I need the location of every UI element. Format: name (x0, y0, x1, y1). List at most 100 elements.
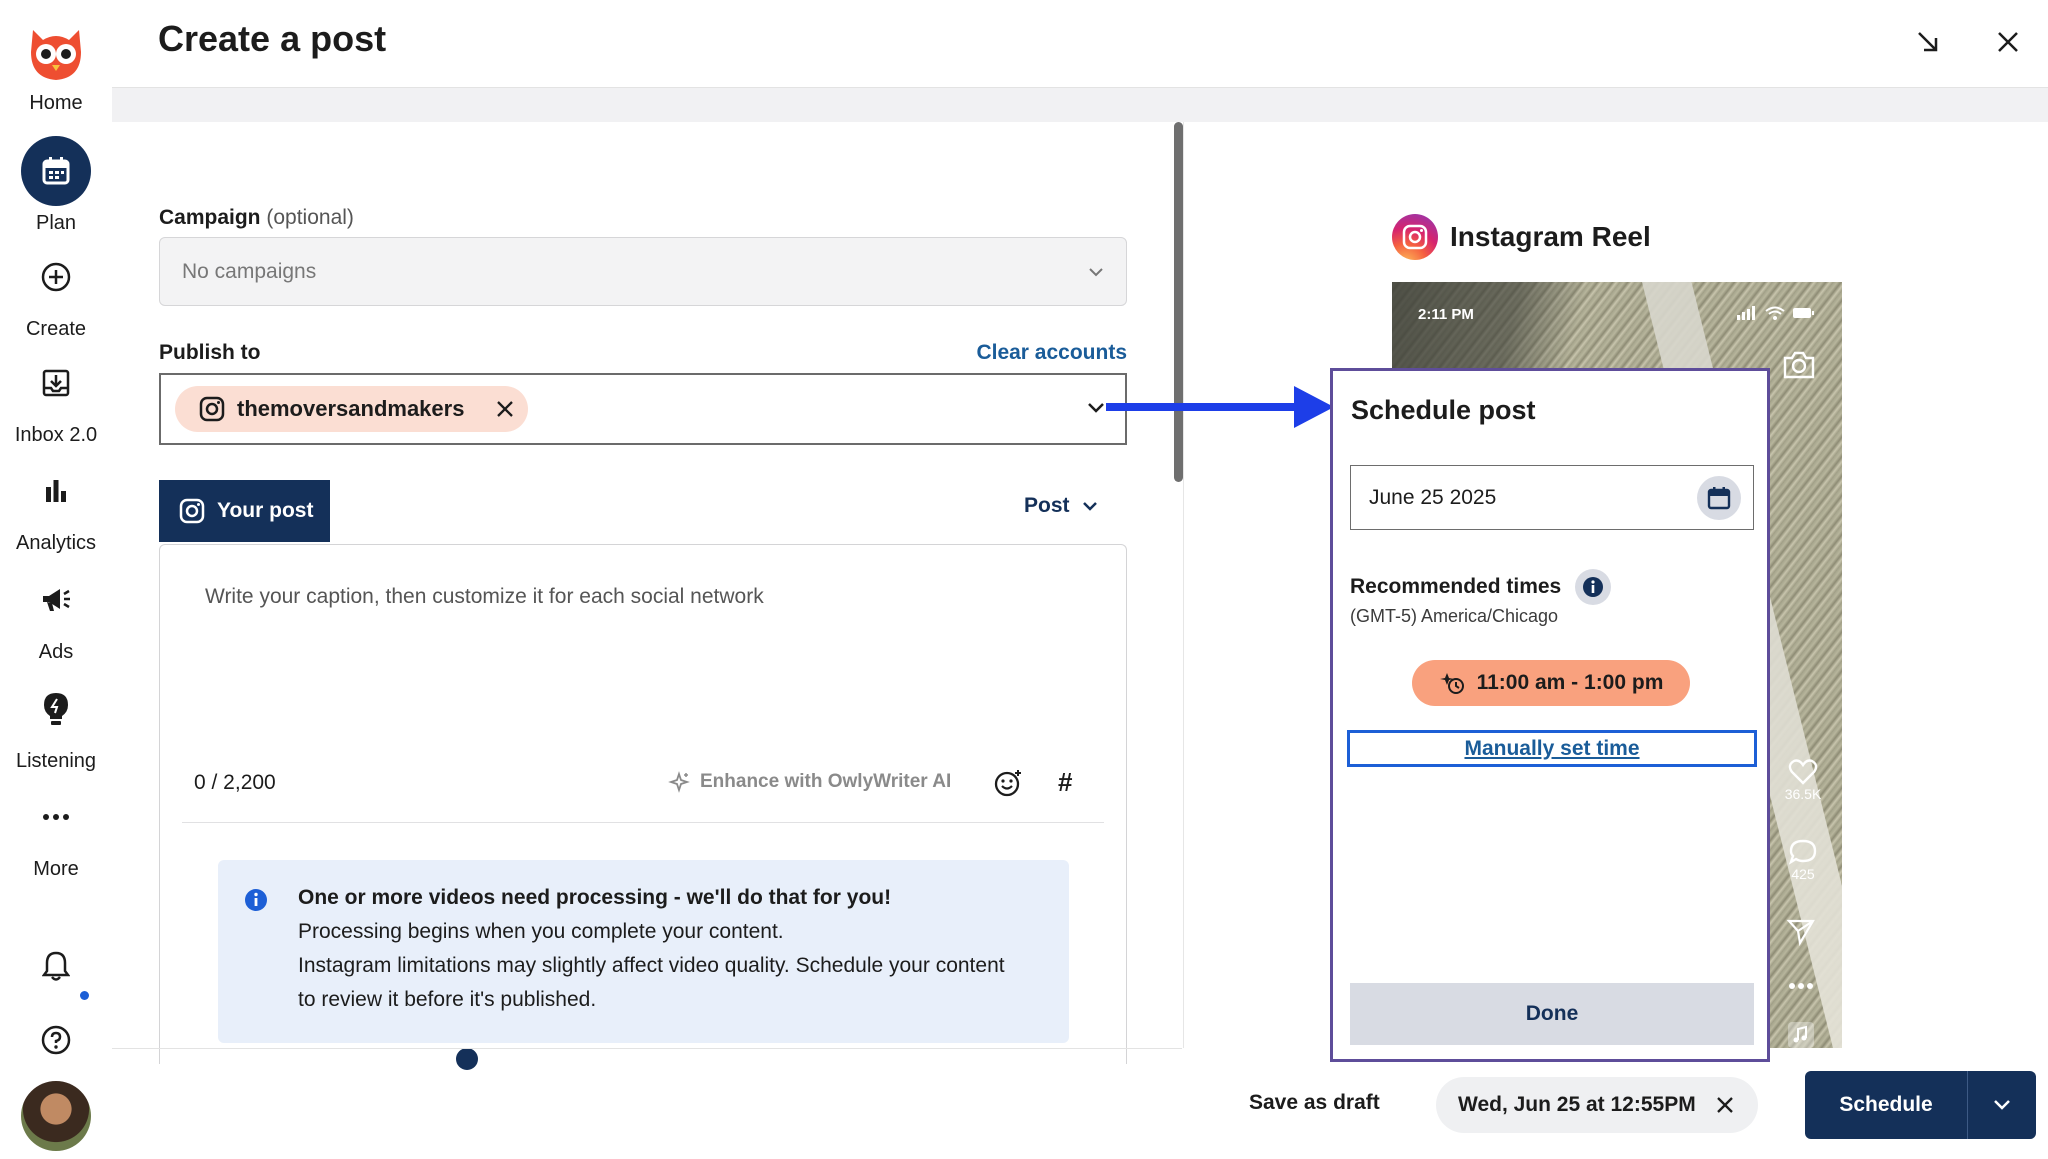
close-icon[interactable] (1986, 20, 2030, 64)
avatar[interactable] (21, 1081, 91, 1151)
clock-star-icon (1439, 673, 1464, 694)
sidebar-item-label: Ads (38, 641, 74, 663)
campaign-label-text: Campaign (159, 206, 261, 229)
recommended-time-label: 11:00 am - 1:00 pm (1476, 671, 1664, 694)
phone-time: 2:11 PM (1418, 306, 1474, 323)
info-line-1: Processing begins when you complete your… (298, 920, 784, 943)
popup-title: Schedule post (1351, 395, 1536, 425)
post-type-label: Post (1024, 494, 1070, 517)
camera-icon[interactable] (1782, 350, 1816, 380)
notifications-bell-icon[interactable] (34, 944, 78, 988)
sidebar-item-label: Create (25, 318, 87, 340)
character-count: 0 / 2,200 (194, 771, 276, 794)
enhance-label: Enhance with OwlyWriter AI (700, 771, 952, 792)
music-icon (1788, 1022, 1814, 1048)
bar-chart-icon (21, 456, 91, 526)
recommended-times-heading: Recommended times (1350, 569, 1612, 605)
sidebar-item-more[interactable]: More (0, 782, 112, 881)
composer-box: Write your caption, then customize it fo… (159, 544, 1127, 1070)
minimize-arrow-icon[interactable] (1906, 20, 1950, 64)
send-icon[interactable] (1786, 918, 1816, 946)
processing-info-banner: One or more videos need processing - we'… (218, 860, 1069, 1043)
sidebar-item-label: More (33, 858, 79, 880)
preview-title: Instagram Reel (1450, 221, 1651, 252)
remove-account-icon[interactable] (496, 400, 514, 418)
sidebar-item-home[interactable]: Home (0, 16, 112, 115)
sidebar-item-ads[interactable]: Ads (0, 565, 112, 664)
sidebar-item-listening[interactable]: Listening (0, 674, 112, 773)
sidebar-item-analytics[interactable]: Analytics (0, 456, 112, 555)
more-dots-icon[interactable] (1788, 982, 1814, 990)
emoji-icon[interactable] (986, 761, 1030, 805)
likes-count: 36.5K (1784, 786, 1822, 802)
enhance-owlywriter-button[interactable]: Enhance with OwlyWriter AI (668, 771, 951, 793)
publish-to-select[interactable]: themoversandmakers (159, 373, 1127, 445)
tab-your-post[interactable]: Your post (159, 480, 330, 542)
clear-date-icon[interactable] (1716, 1096, 1734, 1114)
annotation-arrow (1106, 386, 1334, 428)
split-button-divider (1967, 1071, 1968, 1139)
sidebar-item-label: Listening (15, 750, 97, 772)
instagram-icon (179, 498, 205, 524)
sparkle-icon (668, 771, 690, 793)
account-name: themoversandmakers (237, 396, 465, 421)
sidebar-item-create[interactable]: Create (0, 242, 112, 341)
manually-set-time-link[interactable]: Manually set time (1347, 730, 1757, 767)
composer-bottom-divider (112, 1048, 1182, 1049)
schedule-options-button[interactable] (1968, 1071, 2036, 1139)
sidebar-item-label: Plan (35, 212, 77, 234)
clear-accounts-link[interactable]: Clear accounts (976, 341, 1127, 365)
page-title: Create a post (158, 18, 387, 59)
comment-stat[interactable]: 425 (1780, 838, 1826, 882)
sidebar-item-inbox[interactable]: Inbox 2.0 (0, 348, 112, 447)
heart-icon (1788, 759, 1818, 785)
composer-divider (182, 822, 1104, 823)
calendar-icon (21, 136, 91, 206)
done-button[interactable]: Done (1350, 983, 1754, 1045)
battery-icon (1793, 308, 1814, 318)
left-sidebar: Home Plan Create Inbox 2.0 Analytics Ads… (0, 0, 112, 1159)
date-value: June 25 2025 (1369, 485, 1497, 509)
date-input[interactable]: June 25 2025 (1350, 465, 1754, 530)
hashtag-button[interactable]: # (1058, 767, 1072, 798)
sidebar-item-label: Inbox 2.0 (14, 424, 98, 446)
chevron-down-icon (1089, 267, 1103, 276)
tab-your-post-label: Your post (217, 499, 314, 522)
notification-dot (80, 991, 89, 1000)
campaign-optional-text: (optional) (266, 206, 354, 229)
plus-circle-icon (21, 242, 91, 312)
wifi-icon (1765, 306, 1785, 320)
instagram-icon (1392, 214, 1438, 260)
signal-icon (1737, 306, 1755, 320)
panel-divider (1183, 122, 1184, 1048)
post-type-dropdown[interactable]: Post (1024, 494, 1098, 518)
recommended-time-button[interactable]: 11:00 am - 1:00 pm (1412, 660, 1690, 706)
scheduled-date-chip: Wed, Jun 25 at 12:55PM (1436, 1077, 1758, 1133)
info-icon[interactable] (1575, 569, 1612, 605)
campaign-select[interactable]: No campaigns (159, 237, 1127, 306)
sidebar-item-plan[interactable]: Plan (0, 136, 112, 235)
comment-icon (1788, 839, 1817, 865)
campaign-select-value: No campaigns (182, 259, 317, 283)
account-chip: themoversandmakers (175, 386, 529, 432)
save-as-draft-button[interactable]: Save as draft (1249, 1091, 1380, 1115)
info-title: One or more videos need processing - we'… (298, 886, 892, 909)
schedule-post-popup: Schedule post June 25 2025 Recommended t… (1330, 368, 1770, 1062)
instagram-icon (199, 396, 225, 422)
inbox-icon (21, 348, 91, 418)
caption-input[interactable]: Write your caption, then customize it fo… (205, 585, 764, 609)
preview-header: Instagram Reel (1392, 214, 1651, 260)
owl-logo-icon (21, 16, 91, 86)
comments-count: 425 (1791, 866, 1815, 882)
info-line-3: to review it before it's published. (298, 988, 597, 1011)
status-icons (1737, 306, 1815, 320)
content-top-band (112, 88, 2048, 122)
help-icon[interactable] (34, 1018, 78, 1062)
info-icon (244, 888, 268, 912)
like-stat[interactable]: 36.5K (1780, 758, 1826, 802)
sidebar-item-label: Home (29, 92, 83, 114)
calendar-icon[interactable] (1697, 475, 1741, 520)
recommended-times-label: Recommended times (1350, 575, 1562, 598)
chevron-down-icon (1087, 402, 1105, 414)
schedule-button[interactable]: Schedule (1805, 1071, 1967, 1139)
